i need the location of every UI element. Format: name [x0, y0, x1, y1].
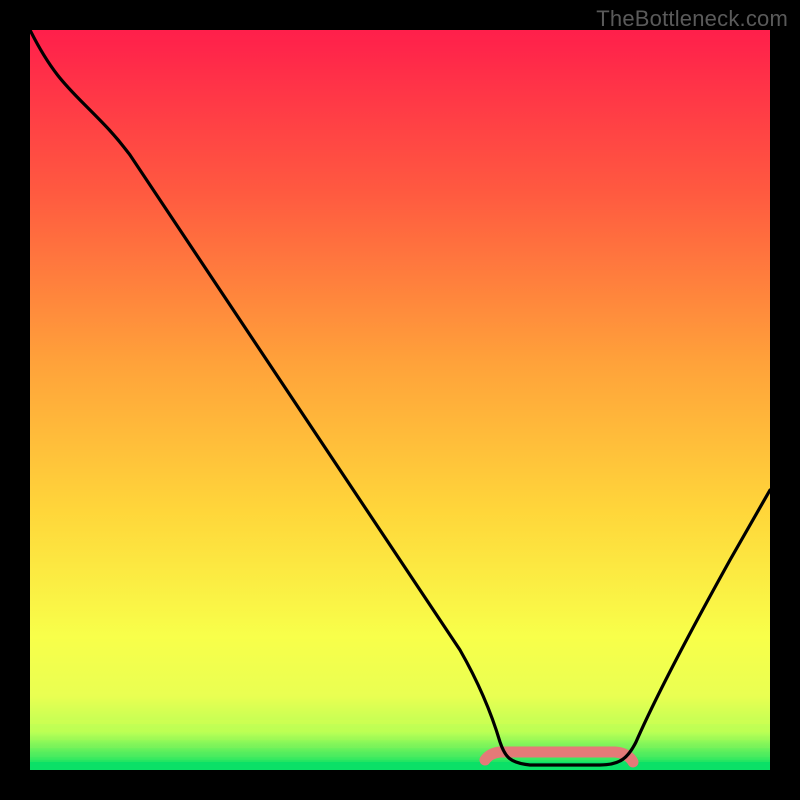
plot-area: [30, 30, 770, 770]
chart-svg: [30, 30, 770, 770]
gradient-bg: [30, 30, 770, 770]
green-base: [30, 762, 770, 770]
watermark-text: TheBottleneck.com: [596, 6, 788, 32]
chart-canvas: TheBottleneck.com: [0, 0, 800, 800]
